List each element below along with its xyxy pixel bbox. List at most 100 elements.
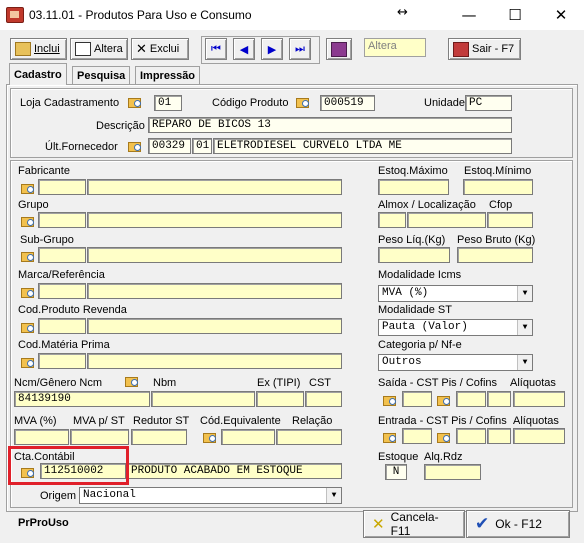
minimize-button[interactable]: —	[446, 0, 492, 30]
fornecedor-code-field[interactable]: 00329	[148, 138, 191, 154]
cod-equiv-field[interactable]	[221, 429, 275, 445]
saida-cofins-field[interactable]	[487, 391, 511, 407]
entrada-pis-lookup-icon[interactable]	[436, 430, 452, 444]
estoque-field[interactable]: N	[385, 464, 407, 480]
chevron-down-icon[interactable]: ▼	[517, 320, 532, 335]
maximize-button[interactable]: ☐	[492, 0, 538, 30]
cod-revenda-name-field[interactable]	[87, 318, 342, 334]
cod-materia-code-field[interactable]	[38, 353, 86, 369]
cancel-button[interactable]: ✕ Cancela-F11	[363, 510, 465, 538]
fabricante-lookup-icon[interactable]	[20, 181, 36, 195]
include-icon	[15, 42, 31, 56]
codigo-field[interactable]: 000519	[320, 95, 375, 111]
cod-materia-name-field[interactable]	[87, 353, 342, 369]
fornecedor-loja-field[interactable]: 01	[192, 138, 212, 154]
mva-st-field[interactable]	[70, 429, 129, 445]
grupo-name-field[interactable]	[87, 212, 342, 228]
cod-materia-lookup-icon[interactable]	[20, 355, 36, 369]
cod-revenda-code-field[interactable]	[38, 318, 86, 334]
subgrupo-lookup-icon[interactable]	[20, 249, 36, 263]
alq-rdz-label: Alq.Rdz	[424, 451, 463, 463]
loja-lookup-icon[interactable]	[127, 95, 143, 109]
cancel-x-icon: ✕	[372, 515, 385, 533]
cfop-field[interactable]	[487, 212, 533, 228]
subgrupo-name-field[interactable]	[87, 247, 342, 263]
peso-bruto-field[interactable]	[457, 247, 533, 263]
tab-impressao[interactable]: Impressão	[135, 66, 201, 85]
origem-select[interactable]: Nacional ▼	[79, 487, 342, 504]
entrada-pis-field[interactable]	[456, 428, 486, 444]
delete-x-icon: ✕	[136, 41, 147, 57]
redutor-field[interactable]	[131, 429, 187, 445]
cta-contabil-desc-field[interactable]: PRODUTO ACABADO EM ESTOQUE	[127, 463, 342, 479]
marca-lookup-icon[interactable]	[20, 285, 36, 299]
nav-next-button[interactable]: ▶	[261, 38, 283, 60]
nav-first-button[interactable]: ⏮	[205, 38, 227, 60]
estoq-min-field[interactable]	[463, 179, 533, 195]
estoq-max-field[interactable]	[378, 179, 449, 195]
chevron-down-icon[interactable]: ▼	[517, 286, 532, 301]
book-button[interactable]	[326, 38, 352, 60]
localizacao-field[interactable]	[407, 212, 486, 228]
grupo-lookup-icon[interactable]	[20, 214, 36, 228]
saida-pis-lookup-icon[interactable]	[436, 393, 452, 407]
modalidade-icms-select[interactable]: MVA (%) ▼	[378, 285, 533, 302]
grupo-label: Grupo	[18, 199, 49, 211]
entrada-aliquotas-field[interactable]	[513, 428, 565, 444]
chevron-down-icon[interactable]: ▼	[326, 488, 341, 503]
grupo-code-field[interactable]	[38, 212, 86, 228]
cod-revenda-lookup-icon[interactable]	[20, 320, 36, 334]
modalidade-st-select[interactable]: Pauta (Valor) ▼	[378, 319, 533, 336]
entrada-cofins-field[interactable]	[487, 428, 511, 444]
fabricante-code-field[interactable]	[38, 179, 86, 195]
fabricante-name-field[interactable]	[87, 179, 342, 195]
nbm-field[interactable]	[151, 391, 255, 407]
cst-field[interactable]	[305, 391, 342, 407]
include-button[interactable]: Inclui	[10, 38, 67, 60]
nav-last-button[interactable]: ⏭	[289, 38, 311, 60]
peso-liq-field[interactable]	[378, 247, 450, 263]
ex-tipi-field[interactable]	[256, 391, 304, 407]
ok-button[interactable]: ✔ Ok - F12	[466, 510, 570, 538]
tab-cadastro[interactable]: Cadastro	[9, 63, 67, 85]
saida-aliquotas-field[interactable]	[513, 391, 565, 407]
categoria-select[interactable]: Outros ▼	[378, 354, 533, 371]
unidade-field[interactable]: PC	[465, 95, 512, 111]
saida-lookup-icon[interactable]	[382, 393, 398, 407]
chevron-down-icon[interactable]: ▼	[517, 355, 532, 370]
loja-field[interactable]: 01	[154, 95, 182, 111]
codigo-lookup-icon[interactable]	[295, 95, 311, 109]
ncm-field[interactable]: 84139190	[14, 391, 150, 407]
fornecedor-lookup-icon[interactable]	[127, 139, 143, 153]
marca-code-field[interactable]	[38, 283, 86, 299]
almox-field[interactable]	[378, 212, 406, 228]
nav-prev-button[interactable]: ◀	[233, 38, 255, 60]
delete-button[interactable]: ✕ Exclui	[131, 38, 189, 60]
exit-button[interactable]: Sair - F7	[448, 38, 521, 60]
redutor-label: Redutor ST	[133, 415, 190, 427]
fornecedor-name-field[interactable]: ELETRODIESEL CURVELO LTDA ME	[213, 138, 512, 154]
marca-name-field[interactable]	[87, 283, 342, 299]
modalidade-st-label: Modalidade ST	[378, 304, 452, 316]
codigo-label: Código Produto	[212, 97, 289, 109]
cod-equiv-label: Cód.Equivalente	[200, 415, 281, 427]
alq-rdz-field[interactable]	[424, 464, 481, 480]
subgrupo-label: Sub-Grupo	[20, 234, 74, 246]
saida-label: Saída - CST Pis / Cofins	[378, 377, 498, 389]
tab-pesquisa[interactable]: Pesquisa	[72, 66, 131, 85]
cod-equiv-lookup-icon[interactable]	[202, 430, 218, 444]
relacao-field[interactable]	[276, 429, 342, 445]
entrada-cst-field[interactable]	[402, 428, 432, 444]
entrada-lookup-icon[interactable]	[382, 430, 398, 444]
peso-liq-label: Peso Líq.(Kg)	[378, 234, 446, 246]
alter-button[interactable]: Altera	[70, 38, 128, 60]
subgrupo-code-field[interactable]	[38, 247, 86, 263]
descricao-field[interactable]: REPARO DE BICOS 13	[148, 117, 512, 133]
close-button[interactable]: ✕	[538, 0, 584, 30]
mva-field[interactable]	[14, 429, 69, 445]
ncm-lookup-icon[interactable]	[124, 374, 140, 388]
saida-pis-field[interactable]	[456, 391, 486, 407]
marca-label: Marca/Referência	[18, 269, 105, 281]
saida-cst-field[interactable]	[402, 391, 432, 407]
cst-label: CST	[309, 377, 331, 389]
